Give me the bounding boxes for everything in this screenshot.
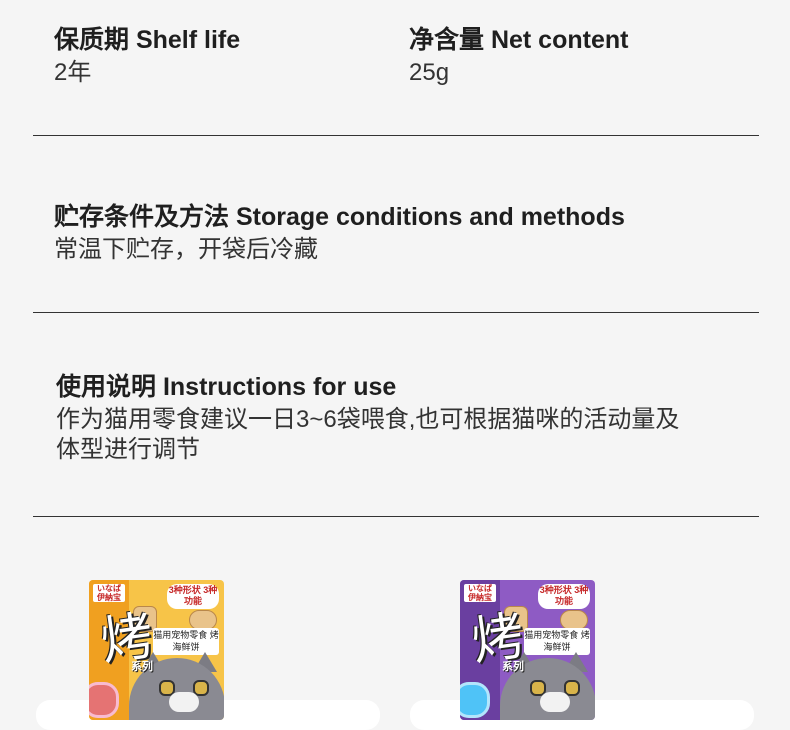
product-image-1[interactable]: いなば 伊納宝 3种形状 3种功能 猫用宠物零食 烤海鲜饼 烤 系列 [89,580,224,720]
divider [33,516,759,517]
feature-badge: 3种形状 3种功能 [167,584,219,609]
series-label: 系列 [502,661,524,673]
snack-puck-image [89,682,119,718]
brand-logo: いなば 伊納宝 [93,584,125,602]
storage-value: 常温下贮存，开袋后冷藏 [54,236,318,263]
instructions-line-2: 体型进行调节 [56,436,200,463]
storage-title: 贮存条件及方法 Storage conditions and methods [54,203,625,231]
shelf-life-title: 保质期 Shelf life [54,26,241,54]
divider [33,135,759,136]
snack-image [189,610,217,630]
cat-muzzle [540,692,570,712]
snack-puck-image [460,682,490,718]
cat-muzzle [169,692,199,712]
brand-logo: いなば 伊納宝 [464,584,496,602]
product-tag: 猫用宠物零食 烤海鲜饼 [524,628,590,655]
feature-badge: 3种形状 3种功能 [538,584,590,609]
instructions-title: 使用说明 Instructions for use [56,373,397,401]
product-image-2[interactable]: いなば 伊納宝 3种形状 3种功能 猫用宠物零食 烤海鲜饼 烤 系列 [460,580,595,720]
instructions-line-1: 作为猫用零食建议一日3~6袋喂食,也可根据猫咪的活动量及 [56,406,680,433]
shelf-life-value: 2年 [54,59,92,86]
net-content-title: 净含量 Net content [409,26,629,54]
divider [33,312,759,313]
snack-image [560,610,588,630]
net-content-value: 25g [409,59,450,86]
series-label: 系列 [131,661,153,673]
product-tag: 猫用宠物零食 烤海鲜饼 [153,628,219,655]
